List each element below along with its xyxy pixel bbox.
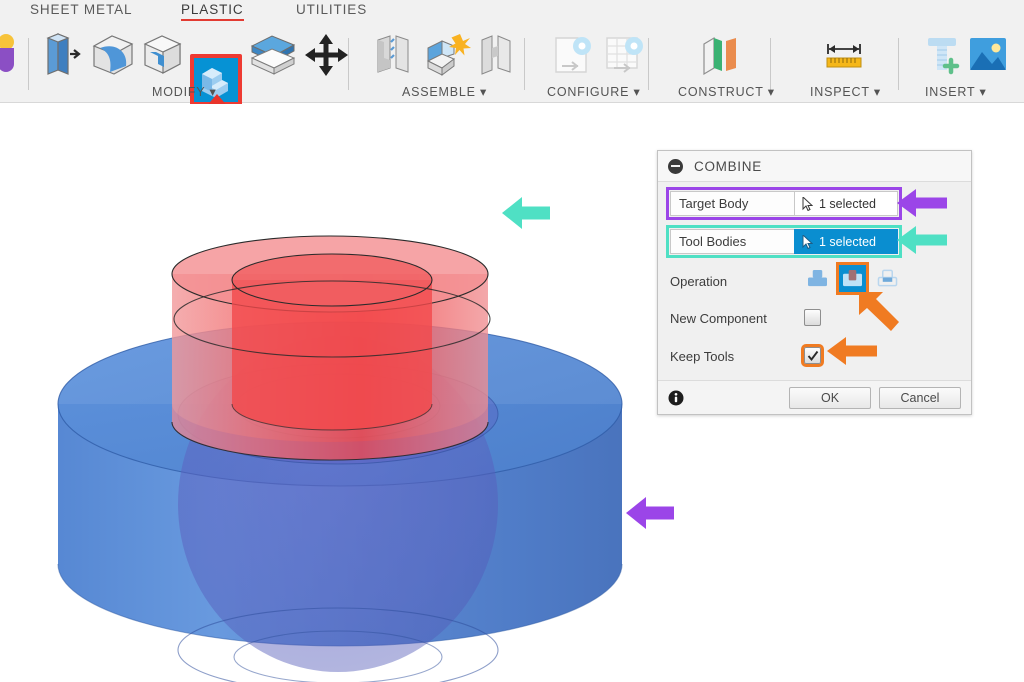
dialog-body: Target Body 1 selected Tool Bodies 1 sel… bbox=[658, 182, 971, 382]
panel-label-assemble[interactable]: ASSEMBLE ▾ bbox=[402, 84, 487, 99]
operation-cut-button[interactable] bbox=[836, 262, 869, 295]
keep-tools-row[interactable]: Keep Tools bbox=[670, 344, 959, 369]
measure-icon[interactable] bbox=[818, 28, 870, 82]
move-copy-icon[interactable] bbox=[300, 28, 352, 82]
target-body-label: Target Body bbox=[670, 191, 794, 216]
new-component-checkbox[interactable] bbox=[804, 309, 821, 326]
dialog-header: COMBINE bbox=[658, 151, 971, 182]
collapse-icon[interactable] bbox=[668, 158, 683, 174]
target-body-row[interactable]: Target Body 1 selected bbox=[666, 187, 959, 220]
ribbon-toolbar: SHEET METAL PLASTIC UTILITIES MODIFY ▾ A… bbox=[0, 0, 1024, 106]
cancel-button[interactable]: Cancel bbox=[879, 386, 961, 409]
tab-sheet-metal[interactable]: SHEET METAL bbox=[30, 2, 132, 17]
dialog-footer: OK Cancel bbox=[658, 380, 971, 414]
ok-button[interactable]: OK bbox=[789, 386, 871, 409]
press-pull-icon[interactable] bbox=[86, 28, 138, 82]
checkmark-icon bbox=[807, 350, 818, 361]
as-built-joint-icon[interactable] bbox=[420, 28, 472, 82]
panel-separator bbox=[524, 38, 525, 90]
ribbon-panel-row: MODIFY ▾ ASSEMBLE ▾ CONFIGURE ▾ CONSTRUC… bbox=[0, 24, 1024, 106]
new-component-row[interactable]: New Component bbox=[670, 306, 959, 331]
panel-label-modify[interactable]: MODIFY ▾ bbox=[152, 84, 217, 99]
insert-canvas-icon[interactable] bbox=[962, 28, 1014, 82]
joint-icon[interactable] bbox=[368, 28, 420, 82]
ribbon-tab-bar: SHEET METAL PLASTIC UTILITIES bbox=[0, 0, 1024, 24]
target-body-value-cell[interactable]: 1 selected bbox=[794, 191, 898, 216]
target-body-value: 1 selected bbox=[819, 196, 876, 211]
rigid-group-icon[interactable] bbox=[472, 28, 524, 82]
configure-design-icon[interactable] bbox=[546, 28, 598, 82]
info-icon[interactable] bbox=[668, 390, 684, 406]
operation-options bbox=[804, 262, 901, 295]
thicken-icon[interactable] bbox=[36, 28, 88, 82]
tab-plastic[interactable]: PLASTIC bbox=[181, 2, 244, 21]
app-root: SHEET METAL PLASTIC UTILITIES MODIFY ▾ A… bbox=[0, 0, 1024, 682]
keep-tools-checkbox[interactable] bbox=[801, 344, 824, 367]
operation-label: Operation bbox=[670, 273, 728, 289]
panel-label-insert[interactable]: INSERT ▾ bbox=[925, 84, 987, 99]
target-body-field[interactable]: Target Body 1 selected bbox=[666, 187, 902, 220]
tool-bodies-field[interactable]: Tool Bodies 1 selected bbox=[666, 225, 902, 258]
combine-dialog[interactable]: COMBINE Target Body 1 selected Tool Bodi… bbox=[657, 150, 972, 415]
configure-table-icon[interactable] bbox=[598, 28, 650, 82]
dialog-action-buttons: OK Cancel bbox=[789, 386, 961, 409]
operation-intersect-button[interactable] bbox=[874, 265, 901, 292]
keep-tools-label: Keep Tools bbox=[670, 349, 735, 364]
operation-join-button[interactable] bbox=[804, 265, 831, 292]
operation-row: Operation bbox=[670, 262, 959, 295]
construct-plane-icon[interactable] bbox=[694, 28, 746, 82]
tool-bodies-row[interactable]: Tool Bodies 1 selected bbox=[666, 225, 959, 258]
sweep-icon[interactable] bbox=[0, 28, 36, 82]
dialog-title: COMBINE bbox=[694, 158, 762, 174]
fillet-icon[interactable] bbox=[136, 28, 188, 82]
select-cursor-icon bbox=[802, 196, 813, 211]
panel-label-configure[interactable]: CONFIGURE ▾ bbox=[547, 84, 641, 99]
panel-label-construct[interactable]: CONSTRUCT ▾ bbox=[678, 84, 775, 99]
split-body-icon[interactable] bbox=[246, 28, 298, 82]
new-component-label: New Component bbox=[670, 311, 767, 326]
panel-separator bbox=[898, 38, 899, 90]
panel-label-inspect[interactable]: INSPECT ▾ bbox=[810, 84, 881, 99]
tool-bodies-value-cell[interactable]: 1 selected bbox=[794, 229, 898, 254]
panel-separator bbox=[770, 38, 771, 90]
select-cursor-icon bbox=[802, 234, 813, 249]
tool-bodies-value: 1 selected bbox=[819, 234, 876, 249]
tool-bodies-label: Tool Bodies bbox=[670, 229, 794, 254]
tab-utilities[interactable]: UTILITIES bbox=[296, 2, 367, 17]
